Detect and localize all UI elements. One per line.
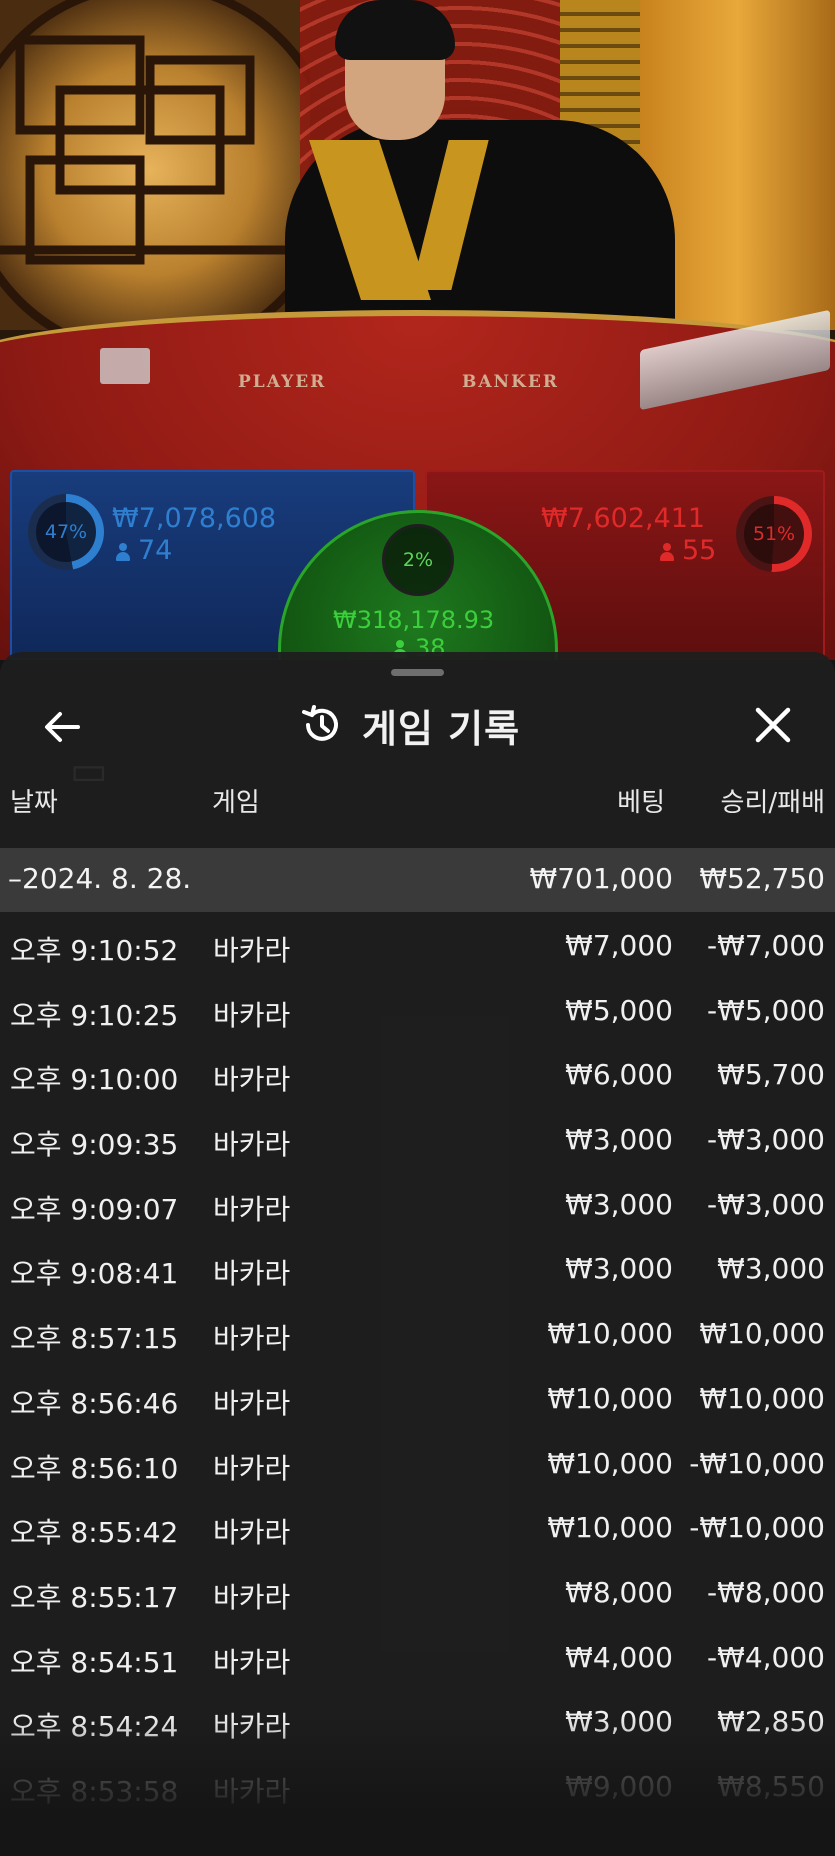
row-bet: ₩10,000 [547, 1317, 673, 1351]
discard-tray [100, 348, 150, 384]
player-percent-ring: 47% [28, 494, 104, 570]
row-game: 바카라 [213, 934, 291, 967]
row-time: 오후 9:08:41 [10, 1257, 179, 1291]
row-time: 오후 9:09:35 [10, 1128, 179, 1162]
history-row[interactable]: 오후 9:09:07 바카라 ₩3,000 -₩3,000 [0, 1171, 835, 1236]
row-time: 오후 8:57:15 [10, 1322, 179, 1356]
row-result: -₩10,000 [689, 1446, 825, 1480]
banker-bettor-count: 55 [660, 535, 716, 566]
row-result: -₩3,000 [707, 1123, 825, 1157]
group-bet-total: ₩701,000 [529, 862, 673, 895]
history-icon [302, 705, 338, 741]
row-game: 바카라 [213, 1322, 291, 1356]
close-icon [755, 707, 791, 743]
history-row[interactable]: 오후 8:55:42 바카라 ₩10,000 -₩10,000 [0, 1494, 835, 1559]
row-result: ₩10,000 [699, 1381, 825, 1415]
history-row[interactable]: 오후 9:09:35 바카라 ₩3,000 -₩3,000 [0, 1106, 835, 1171]
column-header-game: 게임 [212, 788, 260, 818]
row-bet: ₩5,000 [565, 993, 673, 1027]
row-time: 오후 8:56:46 [10, 1386, 179, 1420]
row-game: 바카라 [213, 1257, 291, 1291]
tie-bet-amount: ₩318,178.93 [333, 606, 495, 634]
row-bet: ₩3,000 [565, 1187, 673, 1221]
row-result: -₩7,000 [707, 929, 825, 962]
person-icon [116, 543, 130, 561]
table-header: 날짜 게임 베팅 승리/패배 [0, 770, 835, 826]
row-result: -₩4,000 [707, 1640, 825, 1674]
row-time: 오후 8:54:51 [10, 1645, 179, 1679]
player-percent: 47% [36, 502, 96, 562]
column-header-date: 날짜 [10, 788, 58, 818]
row-bet: ₩7,000 [565, 929, 673, 962]
live-video-stream: PLAYER BANKER 47% ₩7,078,608 74 51% ₩7,6… [0, 0, 835, 660]
row-result: ₩3,000 [717, 1252, 825, 1286]
table-banker-label: BANKER [462, 372, 559, 392]
row-bet: ₩8,000 [565, 1575, 673, 1609]
history-row[interactable]: 오후 9:10:25 바카라 ₩5,000 -₩5,000 [0, 977, 835, 1042]
row-time: 오후 8:55:42 [10, 1516, 179, 1550]
row-time: 오후 9:09:07 [10, 1192, 179, 1226]
row-game: 바카라 [213, 1192, 291, 1226]
row-game: 바카라 [213, 1128, 291, 1162]
history-list: 오후 9:10:52 바카라 ₩7,000 -₩7,000 오후 9:10:25 바카라 ₩… [0, 912, 835, 1818]
person-icon [660, 543, 674, 561]
history-row[interactable]: 오후 8:57:15 바카라 ₩10,000 ₩10,000 [0, 1300, 835, 1365]
player-bet-amount: ₩7,078,608 [112, 503, 277, 534]
table-player-label: PLAYER [238, 372, 327, 392]
row-result: -₩3,000 [707, 1187, 825, 1221]
row-result: -₩10,000 [689, 1511, 825, 1545]
group-result-total: ₩52,750 [699, 862, 825, 895]
column-header-result: 승리/패배 [720, 788, 825, 818]
row-bet: ₩3,000 [565, 1252, 673, 1286]
history-row[interactable]: 오후 8:56:46 바카라 ₩10,000 ₩10,000 [0, 1365, 835, 1430]
row-game: 바카라 [213, 1451, 291, 1485]
history-row[interactable]: 오후 9:08:41 바카라 ₩3,000 ₩3,000 [0, 1235, 835, 1300]
sheet-header: 게임 기록 [300, 696, 520, 754]
row-result: -₩5,000 [707, 993, 825, 1027]
date-group-row[interactable]: –2024. 8. 28. ₩701,000 ₩52,750 [0, 848, 835, 912]
lattice-window-decoration [0, 0, 310, 330]
row-bet: ₩10,000 [547, 1446, 673, 1480]
row-bet: ₩4,000 [565, 1640, 673, 1674]
row-game: 바카라 [213, 1516, 291, 1550]
row-bet: ₩3,000 [565, 1123, 673, 1157]
back-button[interactable] [38, 702, 88, 752]
banker-bet-amount: ₩7,602,411 [541, 503, 706, 534]
row-game: 바카라 [213, 1645, 291, 1679]
history-row[interactable]: 오후 9:10:52 바카라 ₩7,000 -₩7,000 [0, 912, 835, 977]
history-row[interactable]: 오후 8:54:51 바카라 ₩4,000 -₩4,000 [0, 1624, 835, 1689]
row-result: ₩5,700 [717, 1058, 825, 1092]
row-time: 오후 9:10:25 [10, 998, 179, 1032]
history-row[interactable]: 오후 8:55:17 바카라 ₩8,000 -₩8,000 [0, 1559, 835, 1624]
group-date: –2024. 8. 28. [8, 862, 192, 895]
row-result: -₩8,000 [707, 1575, 825, 1609]
page-title: 게임 기록 [362, 706, 521, 751]
sheet-drag-handle[interactable] [391, 669, 444, 676]
tie-percent: 2% [382, 524, 454, 596]
row-bet: ₩10,000 [547, 1381, 673, 1415]
column-header-bet: 베팅 [617, 788, 665, 818]
game-history-sheet: ▭ 게임 기록 날짜 게임 베팅 승리/패배 –2024. 8. 28. ₩70… [0, 652, 835, 1856]
row-time: 오후 8:56:10 [10, 1451, 179, 1485]
row-result: ₩10,000 [699, 1317, 825, 1351]
row-game: 바카라 [213, 1063, 291, 1097]
history-row[interactable]: 오후 9:10:00 바카라 ₩6,000 ₩5,700 [0, 1041, 835, 1106]
close-button[interactable] [748, 700, 798, 750]
row-time: 오후 9:10:52 [10, 934, 179, 967]
banker-percent: 51% [744, 504, 804, 564]
row-game: 바카라 [213, 1580, 291, 1614]
app-root: PLAYER BANKER 47% ₩7,078,608 74 51% ₩7,6… [0, 0, 835, 1856]
row-bet: ₩6,000 [565, 1058, 673, 1092]
history-row[interactable]: 오후 8:56:10 바카라 ₩10,000 -₩10,000 [0, 1430, 835, 1495]
arrow-left-icon [45, 712, 80, 742]
row-game: 바카라 [213, 998, 291, 1032]
banker-percent-ring: 51% [736, 496, 812, 572]
player-bettor-count: 74 [116, 535, 172, 566]
row-time: 오후 9:10:00 [10, 1063, 179, 1097]
row-time: 오후 8:55:17 [10, 1580, 179, 1614]
row-bet: ₩10,000 [547, 1511, 673, 1545]
row-game: 바카라 [213, 1386, 291, 1420]
